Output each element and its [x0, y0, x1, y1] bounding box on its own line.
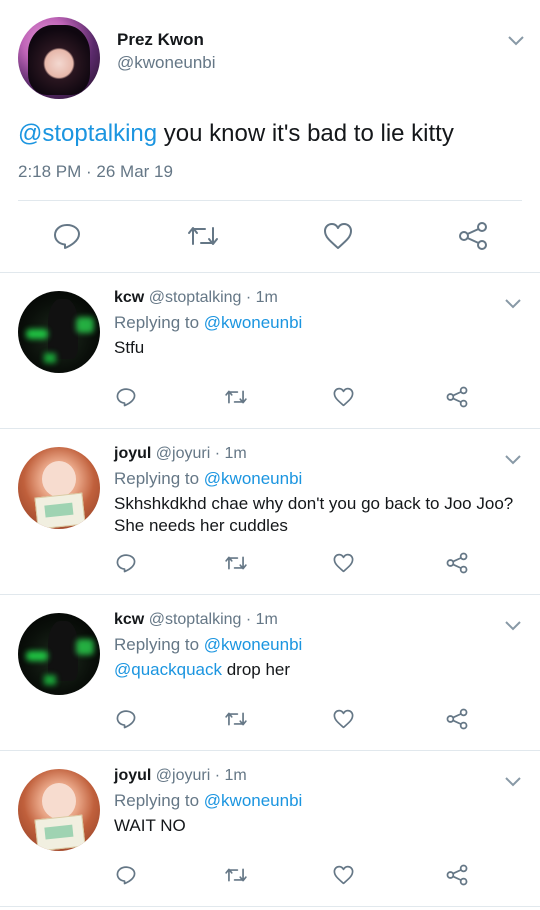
- reply-icon[interactable]: [116, 387, 136, 407]
- author-avatar[interactable]: [18, 17, 100, 99]
- replying-prefix: Replying to: [114, 791, 204, 810]
- like-icon[interactable]: [333, 709, 354, 729]
- reply-meta: @stoptalking · 1m: [148, 289, 278, 306]
- reply-header: joyul @joyuri · 1m: [114, 445, 247, 463]
- chevron-down-icon[interactable]: [503, 774, 523, 788]
- share-icon[interactable]: [458, 221, 488, 251]
- divider: [18, 200, 522, 201]
- reply-meta: @stoptalking · 1m: [148, 611, 278, 628]
- reply-text-line2: She needs her cuddles: [114, 516, 288, 535]
- reply-avatar[interactable]: [18, 291, 100, 373]
- tweet-body: you know it's bad to lie kitty: [157, 120, 454, 147]
- tweet-timestamp: 2:18 PM · 26 Mar 19: [18, 162, 173, 181]
- replying-to-link[interactable]: @kwoneunbi: [204, 313, 303, 332]
- replying-to: Replying to @kwoneunbi: [114, 635, 302, 655]
- retweet-icon[interactable]: [224, 553, 248, 573]
- reply-icon[interactable]: [116, 553, 136, 573]
- reply-avatar[interactable]: [18, 447, 100, 529]
- reply-header: joyul @joyuri · 1m: [114, 767, 247, 785]
- share-icon[interactable]: [446, 708, 468, 730]
- replying-prefix: Replying to: [114, 313, 204, 332]
- reply-meta: @joyuri · 1m: [155, 767, 247, 784]
- reply-avatar[interactable]: [18, 769, 100, 851]
- reply-text: WAIT NO: [114, 816, 186, 835]
- replying-to-link[interactable]: @kwoneunbi: [204, 791, 303, 810]
- like-icon[interactable]: [323, 222, 353, 250]
- reply-header: kcw @stoptalking · 1m: [114, 611, 278, 629]
- author-name[interactable]: Prez Kwon: [117, 30, 204, 50]
- reply-text: @quackquack drop her: [114, 660, 290, 680]
- reply-icon[interactable]: [53, 222, 81, 250]
- retweet-icon[interactable]: [224, 709, 248, 729]
- replying-prefix: Replying to: [114, 469, 204, 488]
- share-icon[interactable]: [446, 864, 468, 886]
- reply-meta: @joyuri · 1m: [155, 445, 247, 462]
- reply-text: Stfu: [114, 338, 145, 357]
- reply-name[interactable]: joyul: [114, 445, 151, 462]
- retweet-icon[interactable]: [186, 222, 220, 250]
- like-icon[interactable]: [333, 387, 354, 407]
- divider: [0, 272, 540, 273]
- reply-text: Skhshkdkhd chae why don't you go back to…: [114, 494, 514, 513]
- reply-header: kcw @stoptalking · 1m: [114, 289, 278, 307]
- replying-to: Replying to @kwoneunbi: [114, 791, 302, 811]
- chevron-down-icon[interactable]: [503, 452, 523, 466]
- reply-body: drop her: [222, 660, 291, 679]
- reply-icon[interactable]: [116, 709, 136, 729]
- retweet-icon[interactable]: [224, 387, 248, 407]
- reply-mention[interactable]: @quackquack: [114, 660, 222, 679]
- chevron-down-icon[interactable]: [503, 296, 523, 310]
- reply-avatar[interactable]: [18, 613, 100, 695]
- divider: [0, 594, 540, 595]
- replying-prefix: Replying to: [114, 635, 204, 654]
- divider: [0, 750, 540, 751]
- tweet-text: @stoptalking you know it's bad to lie ki…: [18, 120, 454, 148]
- divider: [0, 906, 540, 907]
- share-icon[interactable]: [446, 552, 468, 574]
- chevron-down-icon[interactable]: [506, 33, 526, 47]
- divider: [0, 428, 540, 429]
- retweet-icon[interactable]: [224, 865, 248, 885]
- chevron-down-icon[interactable]: [503, 618, 523, 632]
- replying-to-link[interactable]: @kwoneunbi: [204, 635, 303, 654]
- like-icon[interactable]: [333, 865, 354, 885]
- reply-name[interactable]: kcw: [114, 611, 144, 628]
- replying-to: Replying to @kwoneunbi: [114, 469, 302, 489]
- tweet-mention[interactable]: @stoptalking: [18, 120, 157, 147]
- author-handle[interactable]: @kwoneunbi: [117, 53, 216, 73]
- share-icon[interactable]: [446, 386, 468, 408]
- reply-name[interactable]: joyul: [114, 767, 151, 784]
- reply-icon[interactable]: [116, 865, 136, 885]
- like-icon[interactable]: [333, 553, 354, 573]
- replying-to-link[interactable]: @kwoneunbi: [204, 469, 303, 488]
- reply-name[interactable]: kcw: [114, 289, 144, 306]
- replying-to: Replying to @kwoneunbi: [114, 313, 302, 333]
